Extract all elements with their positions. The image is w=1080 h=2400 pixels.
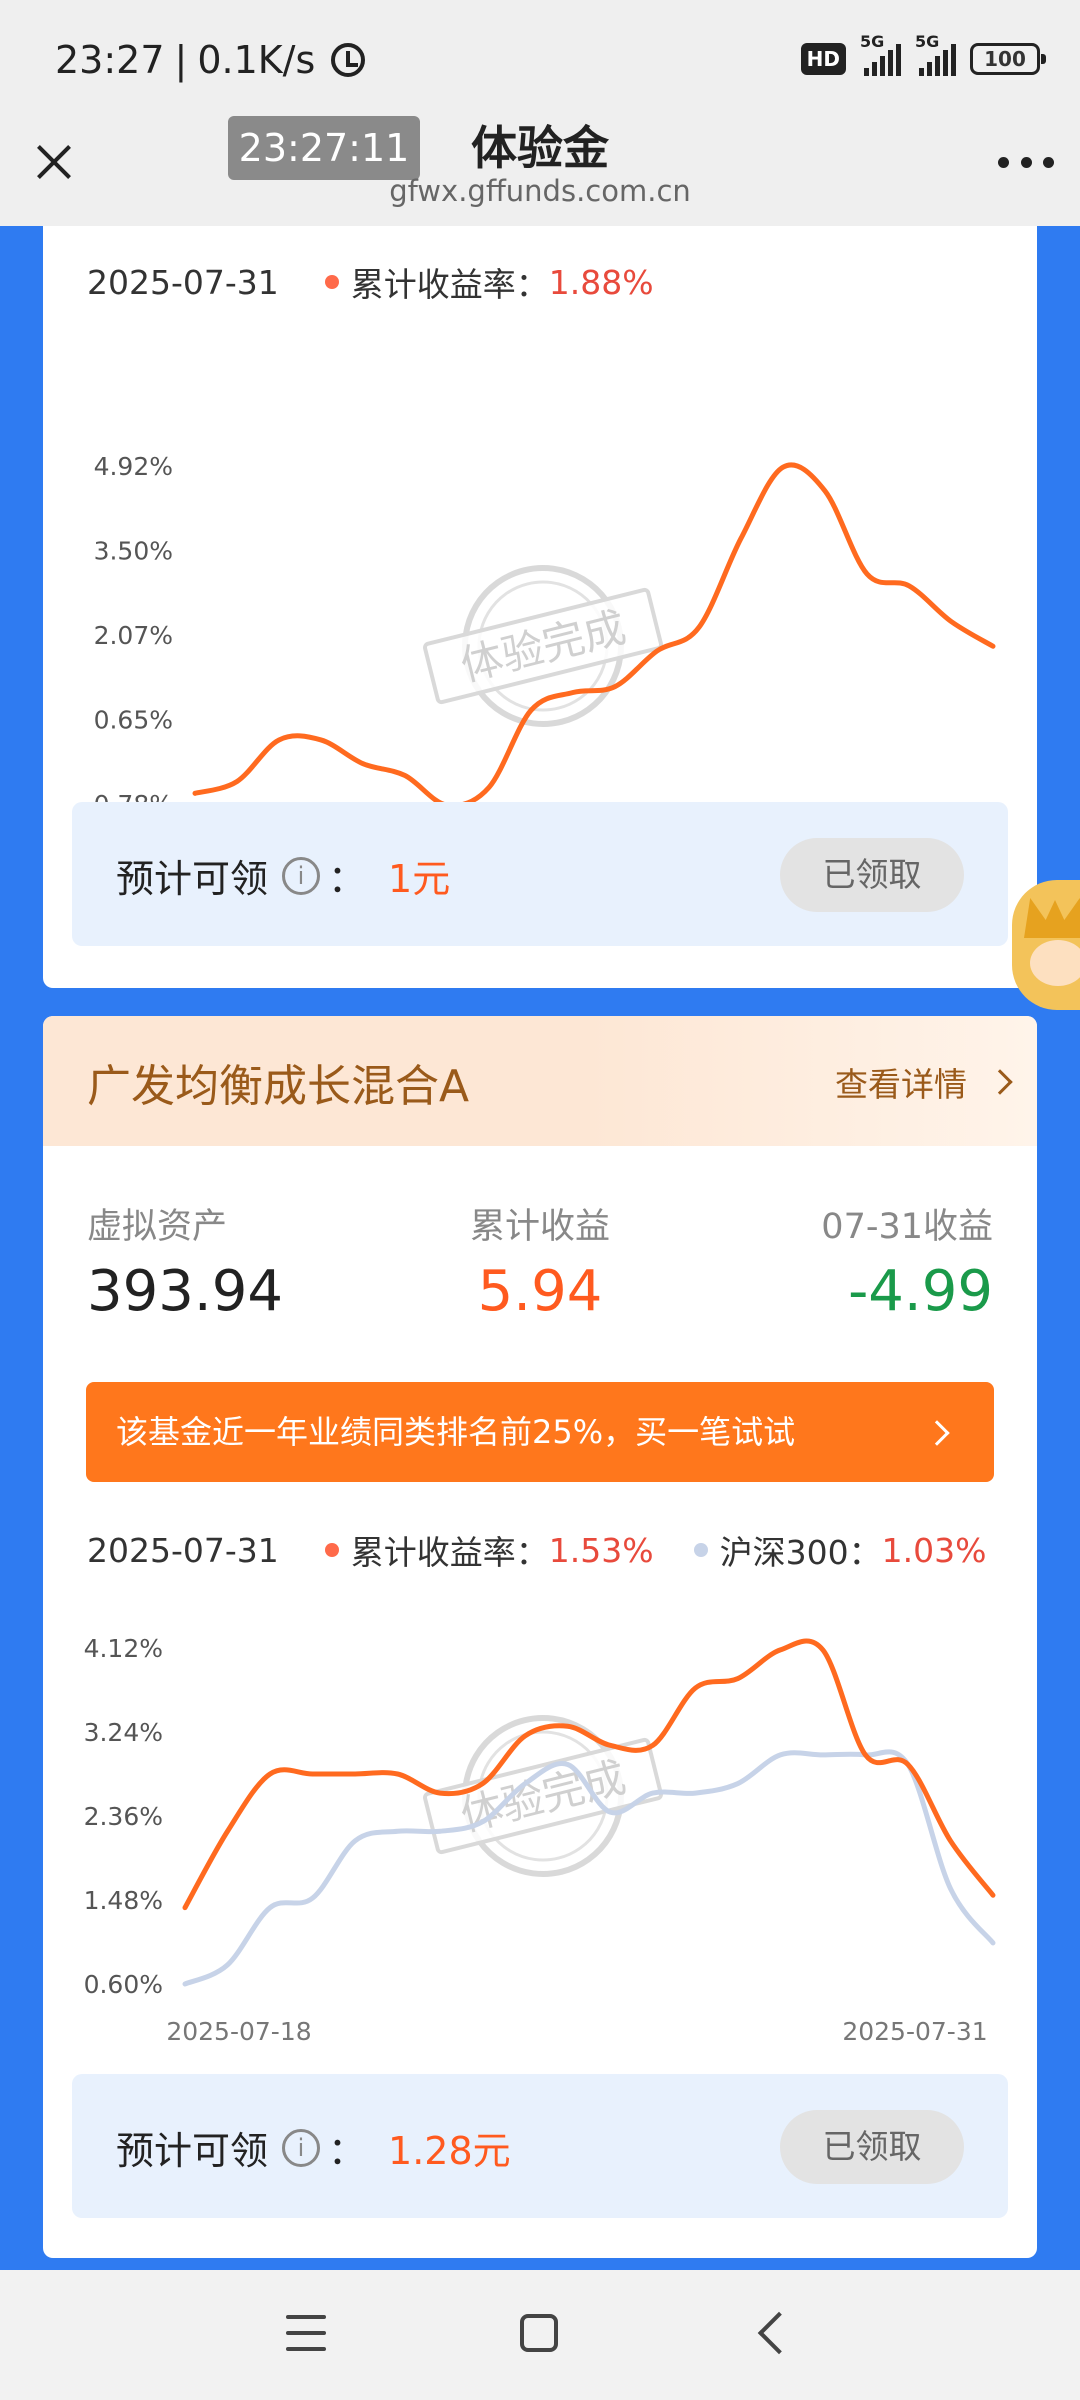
claimed-button[interactable]: 已领取 bbox=[780, 838, 964, 912]
status-left: 23:27 | 0.1K/s bbox=[55, 38, 366, 82]
metric-label: 07-31收益 bbox=[821, 1207, 993, 1247]
promo-text: 该基金近一年业绩同类排名前25%，买一笔试试 bbox=[116, 1413, 796, 1451]
view-details-label: 查看详情 bbox=[835, 1065, 967, 1104]
chart-date: 2025-07-31 bbox=[87, 262, 279, 302]
benchmark-line bbox=[182, 1749, 996, 1987]
info-icon[interactable]: i bbox=[282, 856, 321, 895]
chart-date: 2025-07-31 bbox=[87, 1530, 279, 1570]
status-bar: 23:27 | 0.1K/s HD 5G 5G 100 bbox=[0, 0, 1080, 120]
claim-colon: ： bbox=[328, 2129, 367, 2173]
page-url: gfwx.gffunds.com.cn bbox=[389, 174, 691, 208]
time-overlay: 23:27:11 bbox=[228, 116, 420, 180]
chevron-right-icon bbox=[924, 1420, 950, 1446]
menu-icon[interactable] bbox=[286, 2315, 326, 2351]
series-value: 1.88% bbox=[548, 262, 654, 302]
back-icon[interactable] bbox=[757, 2311, 801, 2355]
chart-header: 2025-07-31 累计收益率： 1.53% 沪深300： 1.03% bbox=[87, 1526, 986, 1574]
y-tick-label: 4.92% bbox=[94, 452, 173, 481]
fund-card-1: 2025-07-31 累计收益率： 1.88% 4.92% 3.50% 2.07% 0… bbox=[43, 226, 1037, 988]
y-tick-label: 3.50% bbox=[94, 537, 173, 566]
x-tick-label: 2025-07-18 bbox=[166, 2017, 311, 2046]
claim-box: 预计可领 i ： 1.28元 已领取 bbox=[72, 2074, 1008, 2218]
fund-vs-benchmark-chart: 4.12% 3.24% 2.36% 1.48% 0.60%2025-07-18 2025-… bbox=[84, 1634, 996, 2046]
status-separator: | bbox=[174, 38, 188, 82]
home-icon[interactable] bbox=[520, 2314, 558, 2352]
info-icon[interactable]: i bbox=[282, 2128, 321, 2167]
fund-header: 广发均衡成长混合A 查看详情 bbox=[43, 1016, 1037, 1146]
benchmark-value: 1.03% bbox=[881, 1530, 987, 1570]
watermark-stamp: 体验完成 bbox=[423, 565, 663, 727]
more-options-icon[interactable] bbox=[998, 152, 1054, 172]
y-tick-label: 3.24% bbox=[84, 1718, 163, 1747]
crown-icon bbox=[1024, 898, 1080, 938]
alarm-icon bbox=[331, 43, 366, 77]
mascot-face-icon bbox=[1030, 940, 1080, 986]
claim-amount: 1元 bbox=[388, 857, 451, 901]
claim-colon: ： bbox=[328, 857, 367, 901]
series-value: 1.53% bbox=[548, 1530, 654, 1570]
claim-label: 预计可领 bbox=[116, 857, 269, 901]
series-dot-icon bbox=[324, 275, 339, 289]
y-tick-label: 0.65% bbox=[94, 706, 173, 735]
network-speed: 0.1K/s bbox=[197, 38, 316, 82]
chevron-right-icon bbox=[987, 1069, 1013, 1095]
metric-value: -4.99 bbox=[848, 1259, 993, 1324]
signal-icon: 5G bbox=[860, 32, 901, 76]
chart-header: 2025-07-31 累计收益率： 1.88% bbox=[87, 258, 654, 306]
y-tick-label: 2.36% bbox=[84, 1802, 163, 1831]
page-title: 体验金 bbox=[471, 121, 609, 175]
benchmark-dot-icon bbox=[693, 1543, 708, 1557]
view-details-link[interactable]: 查看详情 bbox=[835, 1058, 1013, 1106]
y-tick-label: 0.60% bbox=[84, 1970, 163, 1999]
y-tick-label: 2.07% bbox=[94, 621, 173, 650]
benchmark-label: 沪深300： bbox=[719, 1533, 882, 1572]
status-time: 23:27 bbox=[55, 38, 165, 82]
system-nav-bar bbox=[0, 2270, 1080, 2400]
battery-icon: 100 bbox=[970, 43, 1046, 75]
metric-daily-return: 07-31收益 -4.99 bbox=[821, 1198, 993, 1324]
fund-name: 广发均衡成长混合A bbox=[87, 1061, 470, 1112]
network-type-label: 5G bbox=[915, 32, 940, 51]
claim-box: 预计可领 i ： 1元 已领取 bbox=[72, 802, 1008, 946]
signal-icon: 5G bbox=[915, 32, 956, 76]
network-type-label: 5G bbox=[860, 32, 885, 51]
claimed-button[interactable]: 已领取 bbox=[780, 2110, 964, 2184]
y-tick-label: 1.48% bbox=[84, 1886, 163, 1915]
x-tick-label: 2025-07-31 bbox=[842, 2017, 987, 2046]
series-label: 累计收益率： bbox=[350, 265, 549, 304]
claim-label: 预计可领 bbox=[116, 2129, 269, 2173]
series-dot-icon bbox=[324, 1543, 339, 1557]
claim-row: 预计可领 i ： 1.28元 bbox=[116, 2120, 511, 2175]
mascot-float-button[interactable] bbox=[1012, 880, 1080, 1010]
promo-banner[interactable]: 该基金近一年业绩同类排名前25%，买一笔试试 bbox=[86, 1382, 994, 1482]
series-label: 累计收益率： bbox=[350, 1533, 549, 1572]
hd-icon: HD bbox=[800, 43, 846, 75]
y-tick-label: 4.12% bbox=[84, 1634, 163, 1663]
claim-amount: 1.28元 bbox=[388, 2129, 511, 2173]
fund-card-2: 广发均衡成长混合A 查看详情 虚拟资产 393.94 累计收益 5.94 07-… bbox=[43, 1016, 1037, 2258]
title-bar: 体验金 23:27:11 gfwx.gffunds.com.cn bbox=[0, 116, 1080, 226]
claim-row: 预计可领 i ： 1元 bbox=[116, 848, 450, 903]
status-right: HD 5G 5G 100 bbox=[800, 32, 1046, 76]
